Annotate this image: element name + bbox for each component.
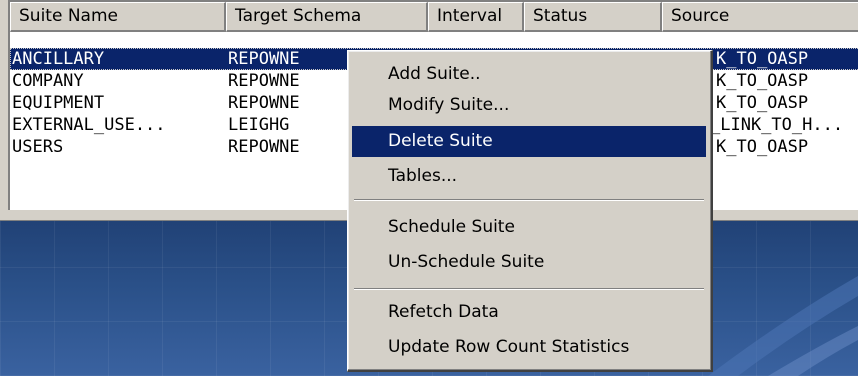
source-cell: K_TO_OASP	[716, 93, 809, 113]
suite-name-cell: USERS	[12, 137, 64, 157]
suite-name-cell: EXTERNAL_USE...	[12, 115, 166, 135]
source-cell: K_TO_OASP	[716, 137, 809, 157]
source-cell: _LINK_TO_H...	[710, 115, 844, 135]
menu-item-tables[interactable]: Tables...	[352, 161, 706, 192]
menu-item-refetch-data[interactable]: Refetch Data	[352, 297, 706, 328]
source-cell: K_TO_OASP	[716, 71, 809, 91]
menu-item-add-suite[interactable]: Add Suite..	[352, 59, 706, 90]
menu-item-unschedule-suite[interactable]: Un-Schedule Suite	[352, 247, 706, 278]
menu-item-schedule-suite[interactable]: Schedule Suite	[352, 212, 706, 243]
target-schema-cell: REPOWNE	[228, 137, 300, 157]
menu-item-update-row-count-statistics[interactable]: Update Row Count Statistics	[352, 332, 706, 363]
column-header-status[interactable]: Status	[524, 2, 662, 32]
column-header-target-schema[interactable]: Target Schema	[226, 2, 428, 32]
column-header-suite-name[interactable]: Suite Name	[10, 2, 226, 32]
target-schema-cell: REPOWNE	[228, 49, 300, 69]
target-schema-cell: REPOWNE	[228, 71, 300, 91]
suite-name-cell: ANCILLARY	[12, 49, 105, 69]
menu-item-modify-suite[interactable]: Modify Suite...	[352, 90, 706, 121]
source-cell: K_TO_OASP	[716, 49, 809, 69]
suite-name-cell: COMPANY	[12, 71, 84, 91]
menu-separator	[354, 288, 704, 290]
suite-name-cell: EQUIPMENT	[12, 93, 105, 113]
menu-item-delete-suite[interactable]: Delete Suite	[352, 126, 706, 157]
context-menu: Add Suite.. Modify Suite... Delete Suite…	[347, 50, 713, 372]
column-header-interval[interactable]: Interval	[428, 2, 524, 32]
menu-separator	[354, 199, 704, 201]
column-header-source[interactable]: Source	[662, 2, 858, 32]
target-schema-cell: REPOWNE	[228, 93, 300, 113]
swoosh-graphic	[708, 276, 858, 376]
target-schema-cell: LEIGHG	[228, 115, 290, 135]
